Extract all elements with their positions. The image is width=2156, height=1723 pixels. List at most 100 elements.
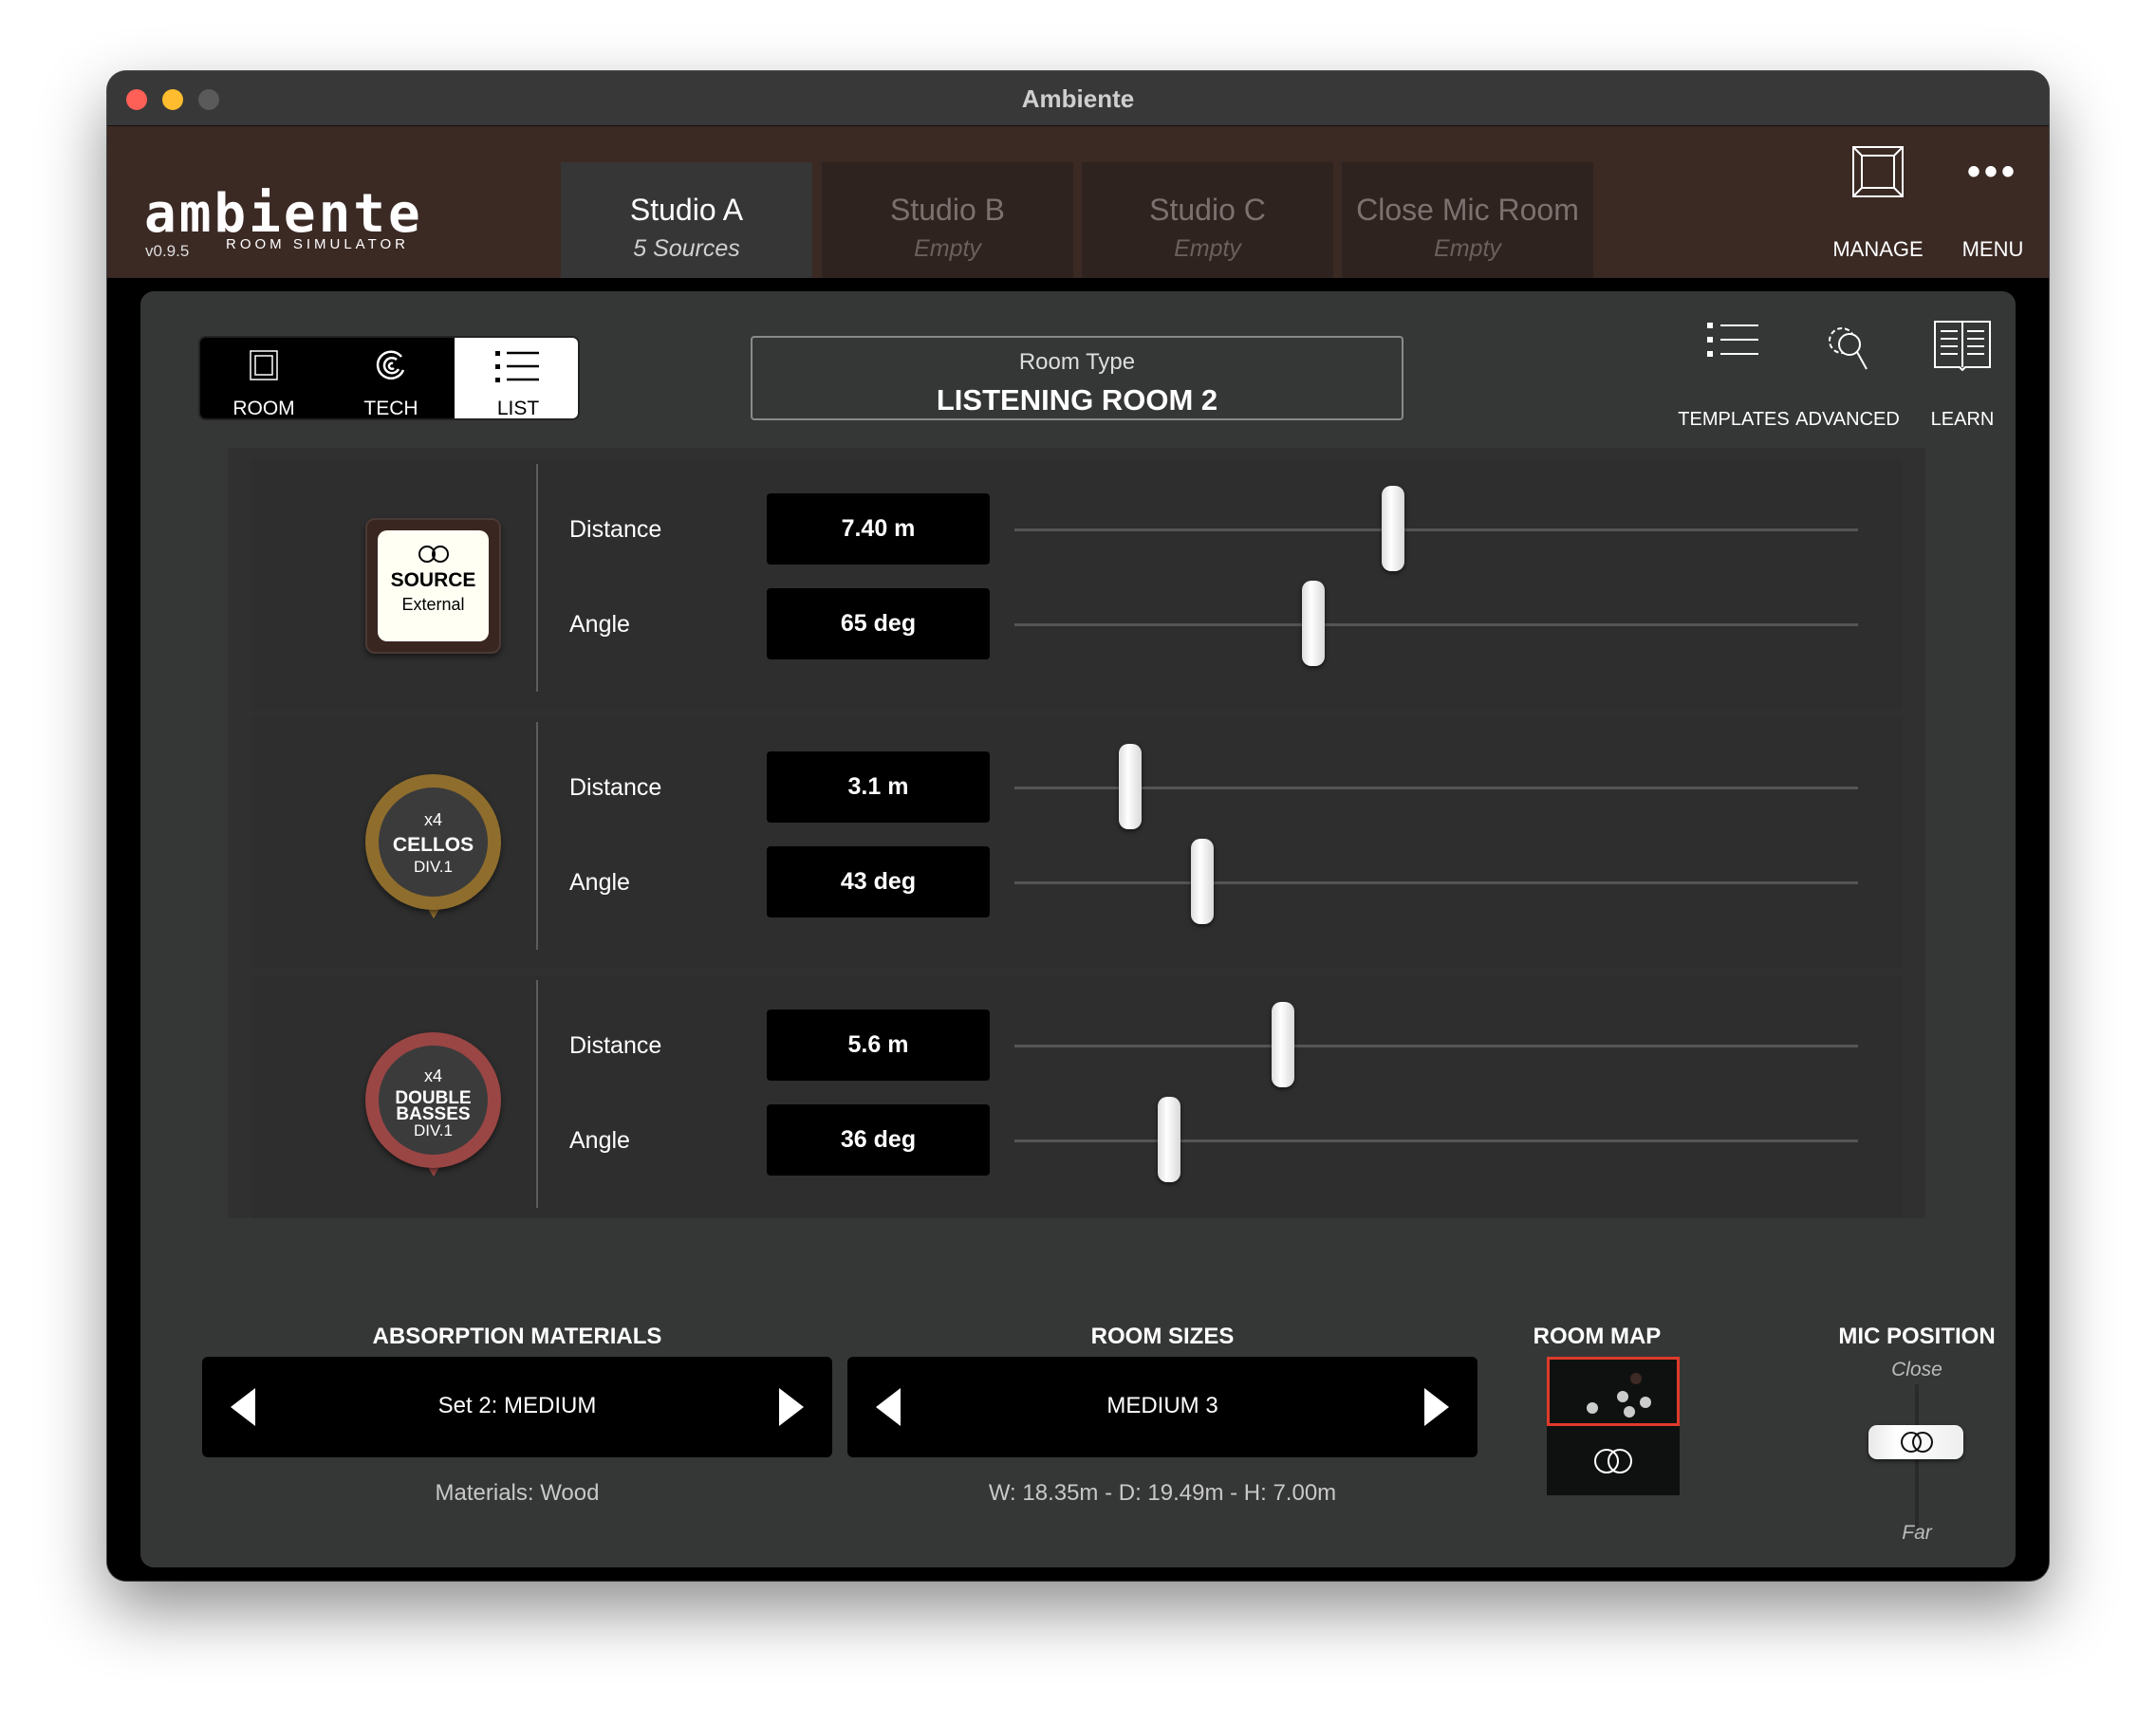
tech-spiral-icon <box>373 347 409 383</box>
manage-label: MANAGE <box>1826 237 1930 262</box>
source-row: x4 CELLOS DIV.1 Distance 3.1 m Angle 43 … <box>251 717 1903 969</box>
distance-value-field[interactable]: 7.40 m <box>767 493 990 565</box>
learn-label: LEARN <box>1886 409 2038 431</box>
angle-slider[interactable] <box>1014 881 1858 884</box>
angle-label: Angle <box>569 611 630 639</box>
room-size-value: MEDIUM 3 <box>847 1393 1478 1419</box>
tab-label: Studio C <box>1082 193 1333 228</box>
title-bar: Ambiente <box>107 71 2049 126</box>
templates-button[interactable]: TEMPLATES <box>1677 320 1791 366</box>
source-count: x4 <box>379 1066 488 1086</box>
room-sizes-title: ROOM SIZES <box>847 1324 1478 1350</box>
view-list-label: LIST <box>455 398 580 420</box>
tab-close-mic-room[interactable]: Close Mic Room Empty <box>1342 162 1593 278</box>
source-list: SOURCE External Distance 7.40 m Angle 65… <box>228 448 1925 1218</box>
source-badge[interactable]: SOURCE External <box>365 518 501 654</box>
distance-value-field[interactable]: 3.1 m <box>767 751 990 823</box>
list-icon <box>1707 320 1760 361</box>
tab-sublabel: Empty <box>822 235 1073 263</box>
distance-slider-thumb[interactable] <box>1382 486 1404 571</box>
angle-label: Angle <box>569 869 630 897</box>
learn-button[interactable]: LEARN <box>1905 320 2019 376</box>
angle-slider[interactable] <box>1014 1139 1858 1142</box>
distance-value-field[interactable]: 5.6 m <box>767 1010 990 1081</box>
angle-slider-thumb[interactable] <box>1191 839 1214 924</box>
mic-position-title: MIC POSITION <box>1812 1324 2021 1350</box>
book-icon <box>1933 320 1992 371</box>
header: ambiente ROOM SIMULATOR v0.9.5 Studio A 5… <box>107 126 2049 278</box>
logo: ambiente <box>144 188 423 241</box>
source-pin[interactable]: x4 DOUBLE BASSES DIV.1 <box>365 1032 501 1184</box>
tab-studio-c[interactable]: Studio C Empty <box>1082 162 1333 278</box>
tab-label: Studio B <box>822 193 1073 228</box>
logo-subtitle: ROOM SIMULATOR <box>226 236 409 252</box>
menu-button[interactable]: ••• MENU <box>1941 145 2045 191</box>
absorption-title: ABSORPTION MATERIALS <box>202 1324 832 1350</box>
menu-label: MENU <box>1941 237 2045 262</box>
mic-rings-icon <box>416 544 452 565</box>
angle-slider[interactable] <box>1014 623 1858 626</box>
gear-search-icon <box>1823 320 1872 373</box>
mic-position-thumb[interactable] <box>1868 1425 1963 1459</box>
distance-slider[interactable] <box>1014 787 1858 789</box>
view-tech-button[interactable]: TECH <box>327 338 455 420</box>
tab-sublabel: 5 Sources <box>561 235 812 263</box>
advanced-button[interactable]: ADVANCED <box>1791 320 1905 378</box>
mic-rings-icon <box>1900 1431 1934 1454</box>
pin-face: x4 CELLOS DIV.1 <box>379 787 488 897</box>
row-divider <box>536 464 538 692</box>
room-type-value: LISTENING ROOM 2 <box>753 383 1402 417</box>
distance-slider[interactable] <box>1014 1045 1858 1047</box>
mic-close-label: Close <box>1860 1359 1974 1381</box>
source-subtitle: External <box>378 595 489 615</box>
source-count: x4 <box>379 810 488 830</box>
room-map-preview <box>1547 1357 1680 1426</box>
room-map[interactable] <box>1547 1357 1680 1495</box>
room-size-chooser: MEDIUM 3 <box>847 1357 1478 1457</box>
source-title: CELLOS <box>390 832 476 859</box>
distance-slider-thumb[interactable] <box>1119 744 1142 829</box>
view-room-button[interactable]: ROOM <box>200 338 327 420</box>
tab-label: Studio A <box>561 193 812 228</box>
source-title: DOUBLE BASSES <box>390 1090 476 1122</box>
tab-studio-b[interactable]: Studio B Empty <box>822 162 1073 278</box>
distance-label: Distance <box>569 774 661 802</box>
absorption-value: Set 2: MEDIUM <box>202 1393 832 1419</box>
more-dots-icon: ••• <box>1941 153 2045 191</box>
mic-far-label: Far <box>1860 1522 1974 1545</box>
room-type-label: Room Type <box>753 349 1402 376</box>
mic-position-slider[interactable] <box>1915 1384 1919 1529</box>
source-row: SOURCE External Distance 7.40 m Angle 65… <box>251 459 1903 711</box>
room-box-icon <box>248 349 280 381</box>
distance-label: Distance <box>569 1032 661 1060</box>
source-pin[interactable]: x4 CELLOS DIV.1 <box>365 774 501 926</box>
materials-label: Materials: Wood <box>202 1480 832 1507</box>
room-size-next-button[interactable] <box>1424 1388 1449 1426</box>
distance-slider-thumb[interactable] <box>1272 1002 1294 1087</box>
room-box-icon <box>1851 145 1905 198</box>
absorption-chooser: Set 2: MEDIUM <box>202 1357 832 1457</box>
angle-value-field[interactable]: 43 deg <box>767 846 990 917</box>
tab-sublabel: Empty <box>1082 235 1333 263</box>
manage-button[interactable]: MANAGE <box>1826 145 1930 203</box>
version-label: v0.9.5 <box>145 242 189 261</box>
angle-slider-thumb[interactable] <box>1302 581 1325 666</box>
source-dots-icon <box>1550 1360 1677 1423</box>
source-subtitle: DIV.1 <box>379 1122 488 1139</box>
absorption-next-button[interactable] <box>779 1388 804 1426</box>
room-type-selector[interactable]: Room Type LISTENING ROOM 2 <box>751 336 1403 420</box>
distance-slider[interactable] <box>1014 528 1858 531</box>
pin-face: x4 DOUBLE BASSES DIV.1 <box>379 1046 488 1155</box>
angle-value-field[interactable]: 36 deg <box>767 1104 990 1176</box>
tab-studio-a[interactable]: Studio A 5 Sources <box>561 162 812 278</box>
room-map-title: ROOM MAP <box>1502 1324 1692 1350</box>
angle-value-field[interactable]: 65 deg <box>767 588 990 659</box>
tab-sublabel: Empty <box>1342 235 1593 263</box>
row-divider <box>536 980 538 1208</box>
view-list-button[interactable]: LIST <box>455 338 580 420</box>
tab-label: Close Mic Room <box>1342 193 1593 228</box>
mic-rings-icon <box>1592 1447 1634 1475</box>
room-dimensions-label: W: 18.35m - D: 19.49m - H: 7.00m <box>847 1480 1478 1507</box>
angle-slider-thumb[interactable] <box>1158 1097 1180 1182</box>
list-icon <box>495 349 541 385</box>
